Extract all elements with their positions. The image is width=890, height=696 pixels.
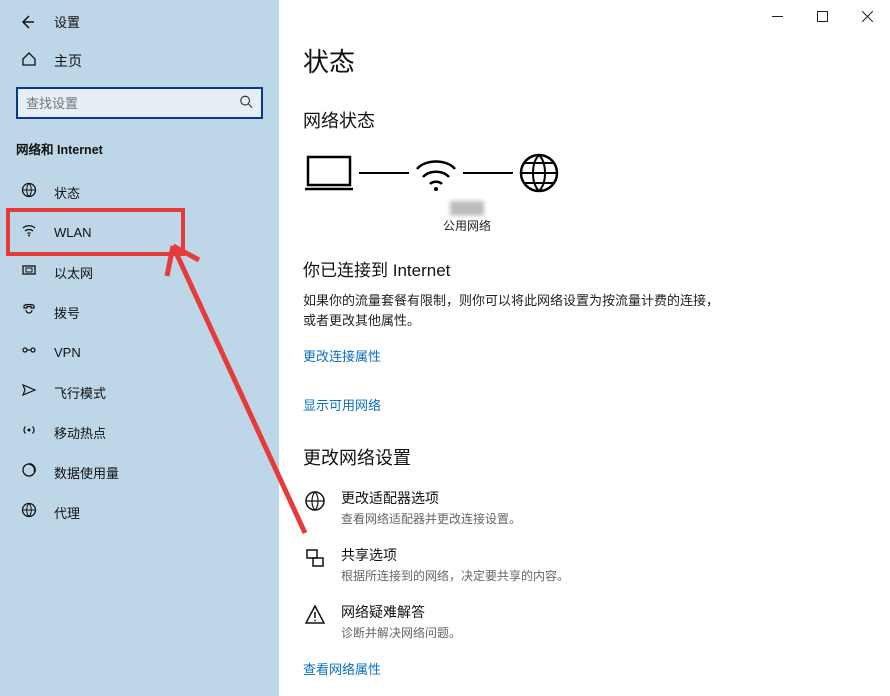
sidebar-item-label: VPN	[54, 345, 81, 360]
ethernet-icon	[20, 262, 38, 282]
sidebar-item-label: 飞行模式	[54, 383, 106, 402]
network-diagram	[303, 151, 866, 195]
minimize-button[interactable]	[755, 0, 800, 32]
hotspot-icon	[20, 422, 38, 442]
diagram-line	[359, 172, 409, 174]
adapter-icon	[303, 488, 327, 512]
sidebar-item-datausage[interactable]: 数据使用量	[0, 452, 279, 492]
vpn-icon	[20, 342, 38, 362]
option-desc: 查看网络适配器并更改连接设置。	[341, 510, 521, 527]
window-controls	[755, 0, 890, 32]
sidebar-item-label: 数据使用量	[54, 463, 119, 482]
network-ssid: ████	[398, 201, 536, 215]
sidebar-item-label: 以太网	[54, 263, 93, 282]
sidebar-section-title: 网络和 Internet	[0, 133, 279, 172]
status-icon	[20, 182, 38, 202]
data-usage-icon	[20, 462, 38, 482]
network-type: 公用网络	[398, 217, 536, 234]
link-change-connection-props[interactable]: 更改连接属性	[303, 346, 866, 365]
app-title: 设置	[54, 12, 80, 31]
link-list: 查看网络属性 Windows 防火墙 网络和共享中心	[303, 659, 866, 696]
diagram-label: ████ 公用网络	[398, 201, 536, 234]
sidebar-item-airplane[interactable]: 飞行模式	[0, 372, 279, 412]
option-title: 更改适配器选项	[341, 488, 521, 508]
change-settings-heading: 更改网络设置	[303, 444, 866, 470]
airplane-icon	[20, 382, 38, 402]
content: 状态 网络状态 ████ 公用网络 你已连接到 Internet 如果你的流量套…	[279, 0, 890, 696]
device-icon	[303, 151, 355, 195]
option-adapter[interactable]: 更改适配器选项 查看网络适配器并更改连接设置。	[303, 488, 866, 527]
option-desc: 根据所连接到的网络，决定要共享的内容。	[341, 567, 569, 584]
sidebar-item-wlan[interactable]: WLAN	[0, 212, 279, 252]
troubleshoot-icon	[303, 602, 327, 626]
titlebar: 设置	[0, 8, 279, 43]
sidebar-item-label: 状态	[54, 183, 80, 202]
back-button[interactable]	[18, 13, 36, 31]
home-icon	[20, 51, 38, 71]
diagram-line	[463, 172, 513, 174]
link-show-available-networks[interactable]: 显示可用网络	[303, 395, 866, 414]
maximize-button[interactable]	[800, 0, 845, 32]
link-network-props[interactable]: 查看网络属性	[303, 659, 866, 678]
dialup-icon	[20, 302, 38, 322]
search-wrap	[16, 87, 263, 119]
sidebar-item-label: 代理	[54, 503, 80, 522]
close-button[interactable]	[845, 0, 890, 32]
sidebar-item-status[interactable]: 状态	[0, 172, 279, 212]
sidebar-item-label: WLAN	[54, 225, 92, 240]
option-desc: 诊断并解决网络问题。	[341, 624, 461, 641]
option-troubleshoot[interactable]: 网络疑难解答 诊断并解决网络问题。	[303, 602, 866, 641]
sidebar-item-hotspot[interactable]: 移动热点	[0, 412, 279, 452]
sidebar-item-ethernet[interactable]: 以太网	[0, 252, 279, 292]
proxy-icon	[20, 502, 38, 522]
wifi-diagram-icon	[413, 151, 459, 195]
home-label: 主页	[54, 51, 82, 71]
sidebar-home[interactable]: 主页	[0, 43, 279, 79]
globe-diagram-icon	[517, 151, 561, 195]
option-sharing[interactable]: 共享选项 根据所连接到的网络，决定要共享的内容。	[303, 545, 866, 584]
option-title: 网络疑难解答	[341, 602, 461, 622]
sidebar-item-label: 移动热点	[54, 423, 106, 442]
wifi-icon	[20, 222, 38, 242]
connected-desc: 如果你的流量套餐有限制，则你可以将此网络设置为按流量计费的连接，或者更改其他属性…	[303, 291, 723, 330]
connected-title: 你已连接到 Internet	[303, 256, 866, 281]
sidebar-item-proxy[interactable]: 代理	[0, 492, 279, 532]
sidebar-item-vpn[interactable]: VPN	[0, 332, 279, 372]
sharing-icon	[303, 545, 327, 569]
sidebar-item-label: 拨号	[54, 303, 80, 322]
sidebar-item-dialup[interactable]: 拨号	[0, 292, 279, 332]
page-title: 状态	[303, 42, 866, 79]
search-input[interactable]	[16, 87, 263, 119]
network-status-heading: 网络状态	[303, 107, 866, 133]
sidebar: 设置 主页 网络和 Internet 状态 WLAN 以太网	[0, 0, 279, 696]
option-title: 共享选项	[341, 545, 569, 565]
